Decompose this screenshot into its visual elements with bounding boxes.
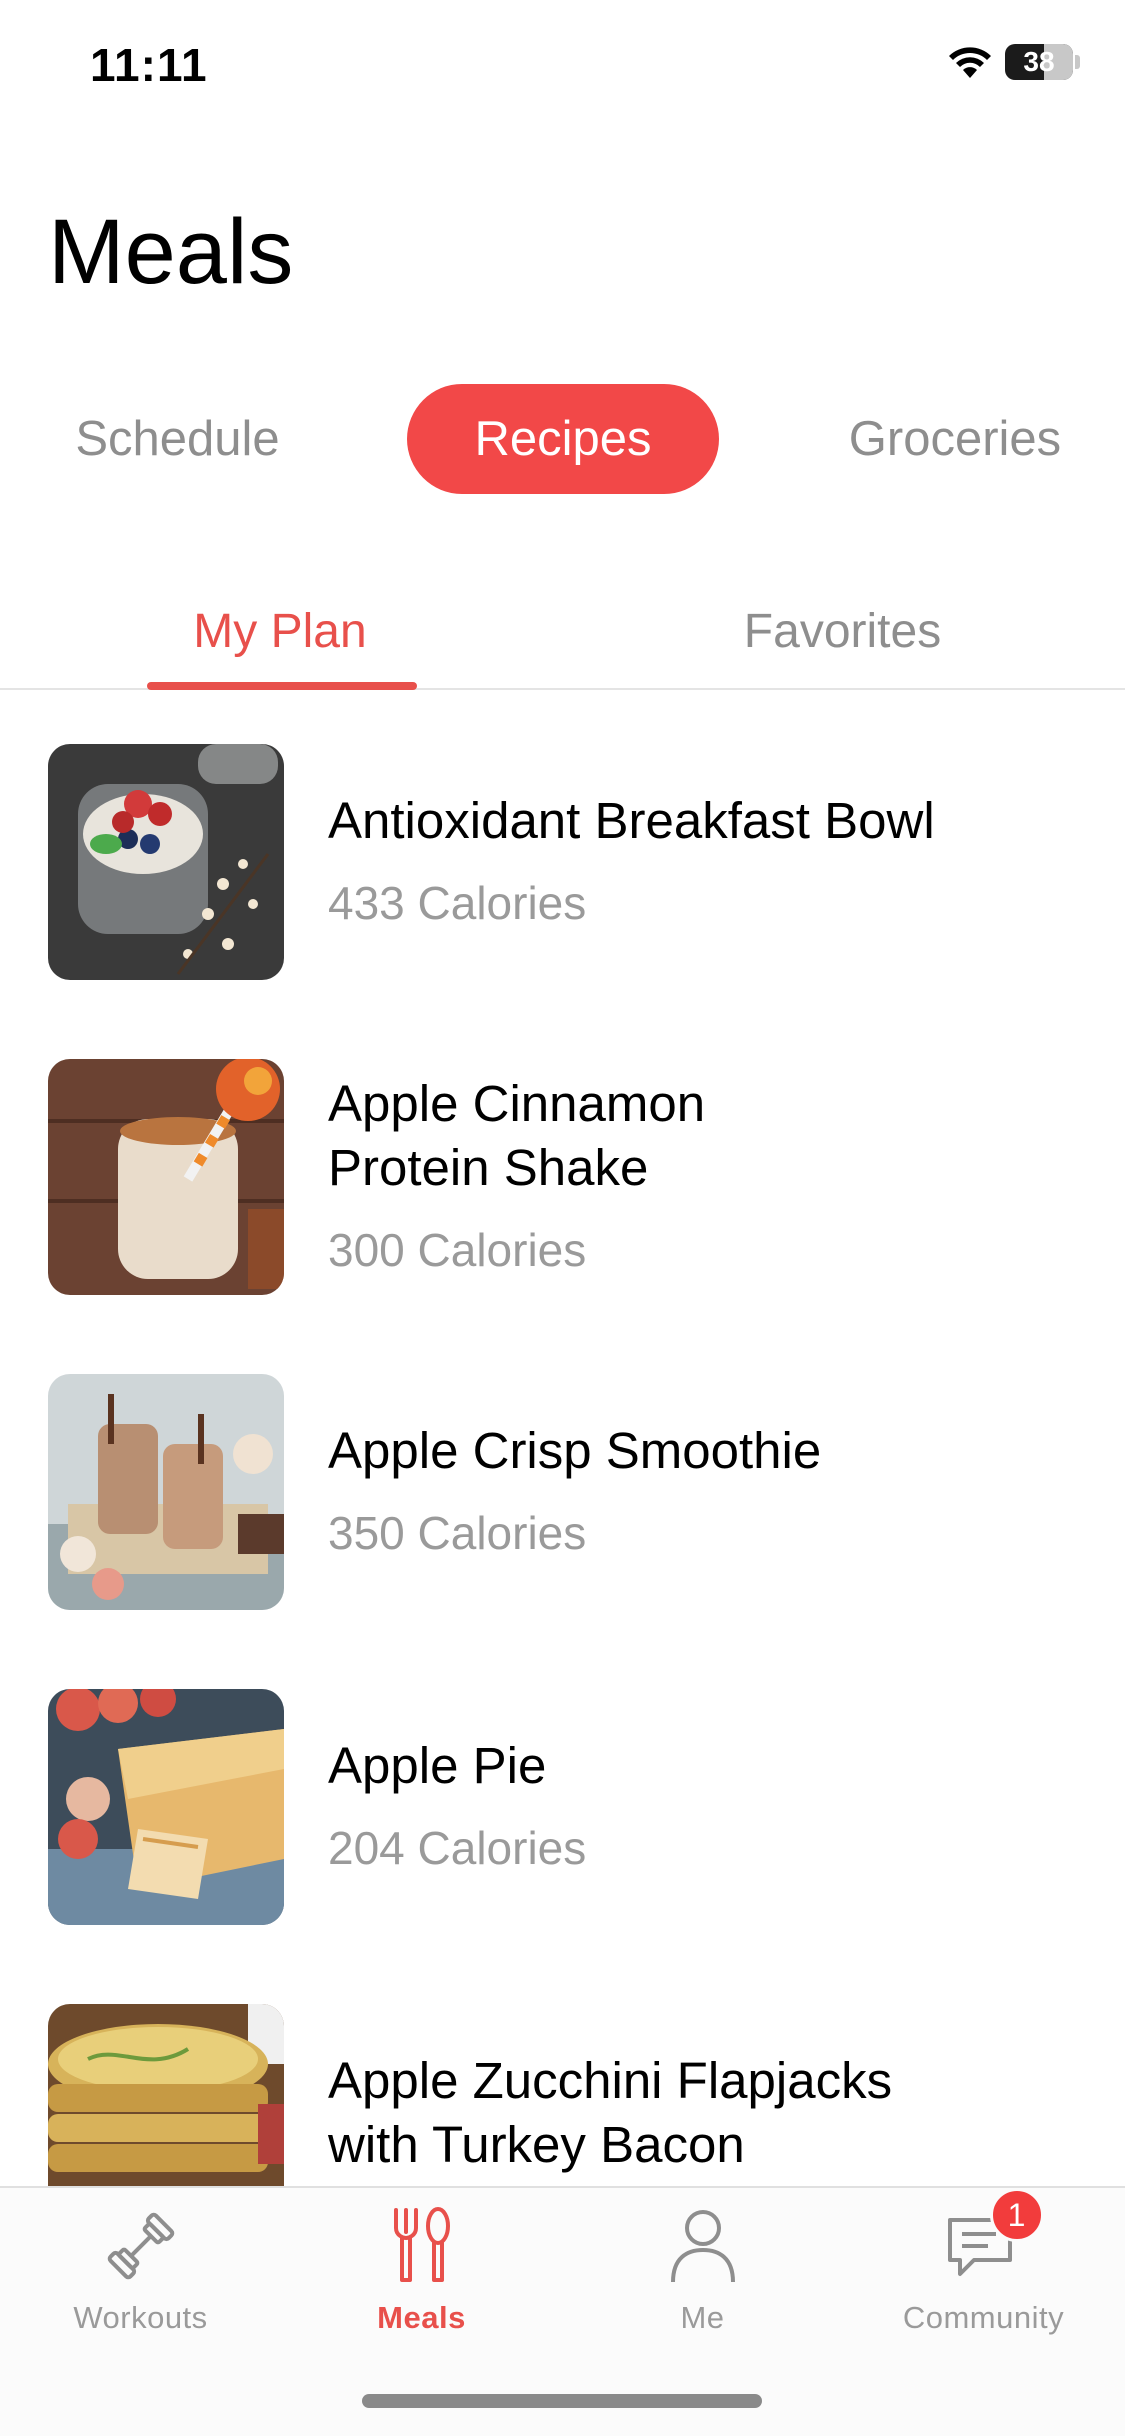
recipe-row[interactable]: Antioxidant Breakfast Bowl 433 Calories xyxy=(0,692,1125,1007)
recipe-info: Apple Crisp Smoothie 350 Calories xyxy=(328,1322,1088,1662)
recipe-calories: 204 Calories xyxy=(328,1822,587,1874)
recipe-name: Apple Cinnamon Protein Shake xyxy=(328,1075,706,1196)
tab-workouts-label: Workouts xyxy=(73,2300,208,2335)
tab-favorites[interactable]: Favorites xyxy=(715,590,970,690)
recipe-name: Apple Pie xyxy=(328,1737,547,1794)
status-time: 11:11 xyxy=(90,39,208,91)
recipe-row[interactable]: Apple Pie 204 Calories xyxy=(0,1637,1125,1952)
recipe-info: Apple Pie 204 Calories xyxy=(328,1637,1088,1977)
tab-me-label: Me xyxy=(680,2300,725,2335)
person-icon xyxy=(663,2206,743,2286)
dumbbell-icon xyxy=(101,2206,181,2286)
segment-groceries[interactable]: Groceries xyxy=(820,384,1090,494)
recipe-info: Apple Zucchini Flapjacks with Turkey Bac… xyxy=(328,1952,1088,2186)
recipe-name: Antioxidant Breakfast Bowl xyxy=(328,792,935,849)
recipe-info: Apple Cinnamon Protein Shake 300 Calorie… xyxy=(328,1007,1088,1347)
recipe-calories: 350 Calories xyxy=(328,1507,587,1559)
segment-recipes[interactable]: Recipes xyxy=(407,384,719,494)
status-bar: 11:11 38 xyxy=(0,0,1125,130)
recipe-thumbnail-protein-shake xyxy=(48,1059,284,1295)
page-title: Meals xyxy=(48,201,294,303)
tab-my-plan[interactable]: My Plan xyxy=(145,590,415,690)
recipe-list: Antioxidant Breakfast Bowl 433 Calories … xyxy=(0,692,1125,2186)
recipe-thumbnail-crisp-smoothie xyxy=(48,1374,284,1610)
tab-meals[interactable]: Meals xyxy=(281,2188,562,2368)
recipe-row[interactable]: Apple Crisp Smoothie 350 Calories xyxy=(0,1322,1125,1637)
segment-schedule[interactable]: Schedule xyxy=(45,384,310,494)
notification-badge: 1 xyxy=(989,2188,1044,2242)
battery-icon: 38 xyxy=(1005,44,1073,80)
recipe-name: Apple Crisp Smoothie xyxy=(328,1422,822,1479)
tab-me[interactable]: Me xyxy=(562,2188,843,2368)
chat-bubble-icon: 1 xyxy=(944,2188,1044,2286)
recipe-calories: 300 Calories xyxy=(328,1224,587,1276)
wifi-icon xyxy=(949,47,991,78)
recipe-name: Apple Zucchini Flapjacks with Turkey Bac… xyxy=(328,2052,893,2173)
meals-segment-control: Schedule Recipes Groceries xyxy=(0,384,1125,494)
recipe-row[interactable]: Apple Cinnamon Protein Shake 300 Calorie… xyxy=(0,1007,1125,1322)
recipe-calories: 433 Calories xyxy=(328,877,587,929)
battery-percent: 38 xyxy=(1023,46,1055,77)
recipe-thumbnail-breakfast-bowl xyxy=(48,744,284,980)
tab-community-label: Community xyxy=(902,2300,1065,2335)
home-indicator[interactable] xyxy=(362,2394,762,2408)
fork-spoon-icon xyxy=(382,2206,462,2286)
recipe-thumbnail-apple-pie xyxy=(48,1689,284,1925)
recipe-row[interactable]: Apple Zucchini Flapjacks with Turkey Bac… xyxy=(0,1952,1125,2186)
recipe-subtabs: My Plan Favorites xyxy=(0,590,1125,690)
tab-workouts[interactable]: Workouts xyxy=(0,2188,281,2368)
status-indicators: 38 xyxy=(947,44,1080,80)
recipe-info: Antioxidant Breakfast Bowl 433 Calories xyxy=(328,692,1088,1032)
tab-meals-label: Meals xyxy=(377,2300,466,2335)
active-tab-indicator xyxy=(147,682,417,690)
recipe-thumbnail-flapjacks xyxy=(48,2004,284,2186)
tab-community[interactable]: 1 Community xyxy=(843,2188,1124,2368)
